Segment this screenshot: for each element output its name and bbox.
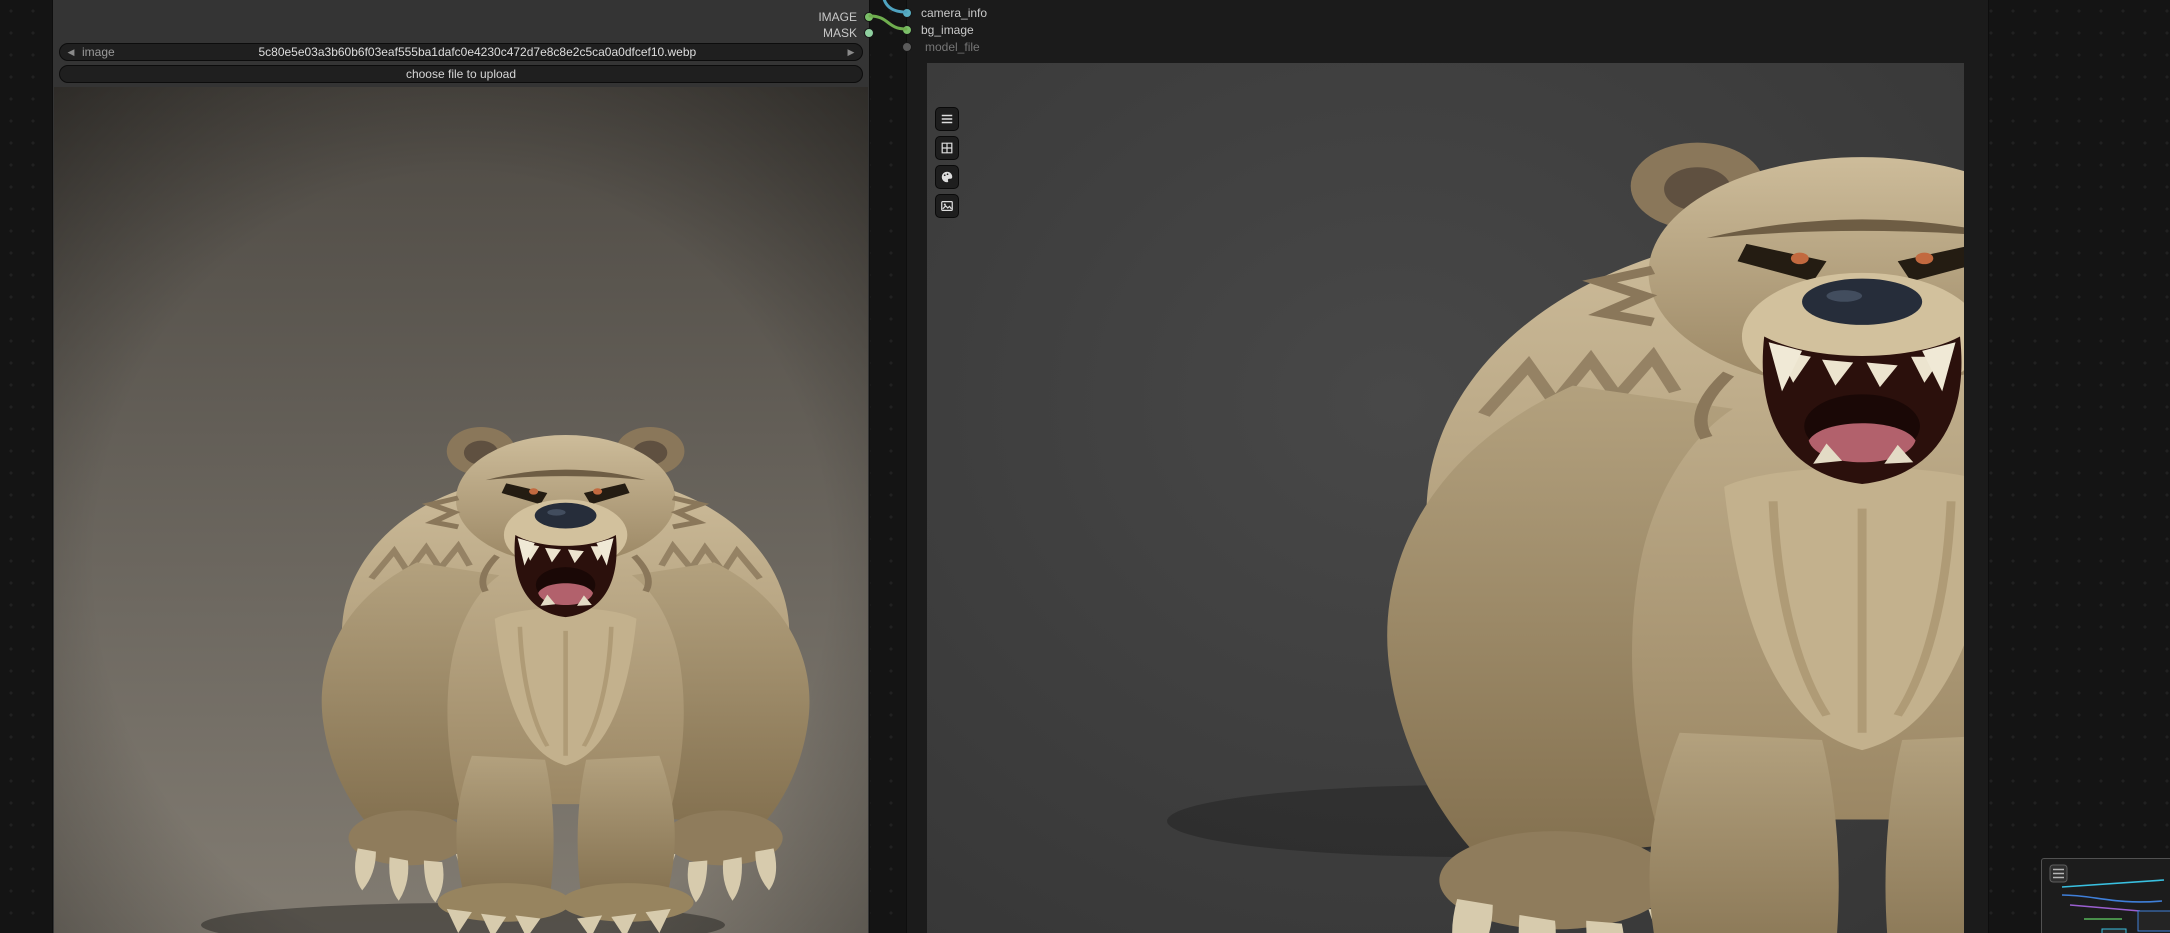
input-label-model-file: model_file bbox=[925, 40, 980, 54]
menu-button[interactable] bbox=[935, 107, 959, 131]
input-port-camera-info[interactable] bbox=[902, 8, 912, 18]
bear-3d-render bbox=[927, 63, 1964, 933]
input-port-model-file[interactable] bbox=[902, 42, 912, 52]
minimap-wire bbox=[2061, 879, 2165, 888]
paint-icon bbox=[941, 171, 953, 183]
graph-minimap[interactable] bbox=[2041, 858, 2170, 933]
choose-file-button-label: choose file to upload bbox=[405, 67, 517, 81]
grid-icon bbox=[941, 142, 953, 154]
combo-prev-arrow-icon[interactable]: ◀ bbox=[60, 47, 82, 58]
input-label-bg-image: bg_image bbox=[921, 23, 974, 37]
input-label-camera-info: camera_info bbox=[921, 6, 988, 20]
choose-file-button[interactable]: choose file to upload bbox=[59, 65, 863, 83]
output-label-image: IMAGE bbox=[818, 10, 857, 24]
background-image-icon bbox=[941, 201, 953, 211]
viewport-toolbar bbox=[935, 107, 959, 218]
combo-widget-name: image bbox=[82, 45, 115, 59]
minimap-wire bbox=[2069, 904, 2141, 912]
minimap-wire bbox=[2061, 894, 2163, 903]
load-image-node[interactable]: IMAGE MASK ◀ image 5c80e5e03a3b60b6f03ea… bbox=[52, 0, 874, 933]
minimap-node bbox=[2137, 910, 2170, 932]
output-port-mask[interactable] bbox=[864, 28, 874, 38]
minimap-content bbox=[2049, 864, 2170, 933]
background-image-button[interactable] bbox=[935, 194, 959, 218]
combo-selected-filename[interactable]: 5c80e5e03a3b60b6f03eaf555ba1dafc0e4230c4… bbox=[115, 45, 840, 59]
image-combo-widget[interactable]: ◀ image 5c80e5e03a3b60b6f03eaf555ba1dafc… bbox=[59, 43, 863, 61]
combo-next-arrow-icon[interactable]: ▶ bbox=[840, 47, 862, 58]
grid-button[interactable] bbox=[935, 136, 959, 160]
output-label-mask: MASK bbox=[822, 26, 857, 40]
wire-image-to-bg-image bbox=[868, 14, 908, 31]
output-port-image[interactable] bbox=[864, 12, 874, 22]
minimap-node bbox=[2101, 928, 2127, 933]
paint-button[interactable] bbox=[935, 165, 959, 189]
3d-viewport[interactable] bbox=[927, 63, 1964, 933]
image-preview bbox=[54, 87, 868, 933]
bear-statue-image bbox=[54, 87, 868, 933]
graph-canvas[interactable]: IMAGE MASK ◀ image 5c80e5e03a3b60b6f03ea… bbox=[0, 0, 2170, 933]
menu-icon bbox=[941, 114, 953, 124]
input-port-bg-image[interactable] bbox=[902, 25, 912, 35]
model-viewer-node[interactable]: camera_info bg_image model_file bbox=[902, 0, 1989, 933]
